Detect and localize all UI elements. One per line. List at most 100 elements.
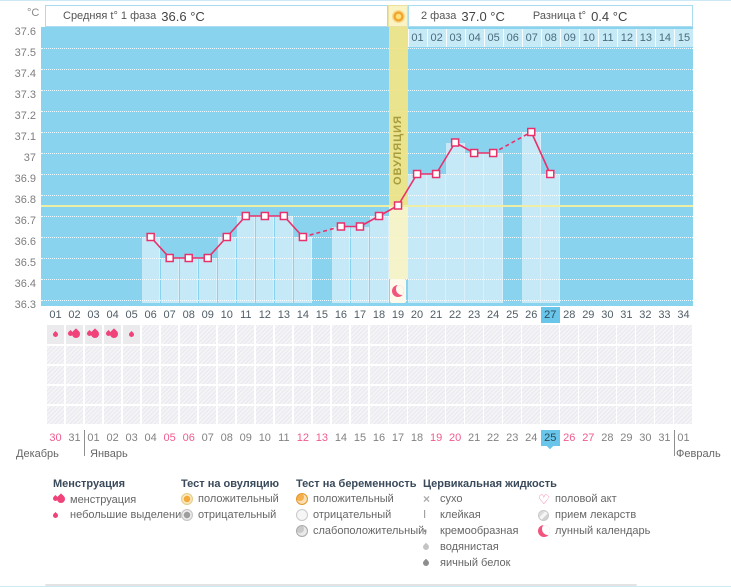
note-cell[interactable] xyxy=(446,366,464,384)
note-cell[interactable] xyxy=(503,386,521,404)
cycle-day-cell[interactable]: 23 xyxy=(465,307,484,323)
note-cell[interactable] xyxy=(141,386,160,404)
note-cell[interactable] xyxy=(484,386,502,404)
cycle-day-cell[interactable]: 03 xyxy=(84,307,103,323)
note-cell[interactable] xyxy=(465,346,483,364)
note-cell[interactable] xyxy=(217,346,236,364)
note-cell[interactable] xyxy=(103,366,122,384)
cycle-day-cell[interactable]: 07 xyxy=(160,307,179,323)
calendar-date-cell[interactable]: 18 xyxy=(408,430,427,446)
cycle-day-cell[interactable]: 20 xyxy=(408,307,427,323)
note-cell[interactable] xyxy=(465,386,483,404)
menstruation-cell[interactable] xyxy=(160,325,179,344)
menstruation-cell[interactable] xyxy=(598,325,616,344)
note-cell[interactable] xyxy=(655,386,673,404)
note-cell[interactable] xyxy=(598,346,616,364)
cycle-day-cell[interactable]: 31 xyxy=(617,307,636,323)
calendar-date-cell[interactable]: 08 xyxy=(217,430,236,446)
note-cell[interactable] xyxy=(389,386,407,404)
note-cell[interactable] xyxy=(484,366,502,384)
calendar-date-cell[interactable]: 06 xyxy=(179,430,198,446)
note-cell[interactable] xyxy=(674,386,692,404)
menstruation-cell[interactable] xyxy=(331,325,350,344)
calendar-date-cell[interactable]: 30 xyxy=(636,430,655,446)
note-cell[interactable] xyxy=(636,406,654,424)
note-cell[interactable] xyxy=(350,366,369,384)
note-cell[interactable] xyxy=(674,366,692,384)
note-cell[interactable] xyxy=(141,406,160,424)
note-cell[interactable] xyxy=(522,366,540,384)
cycle-day-cell[interactable]: 06 xyxy=(141,307,160,323)
calendar-date-cell[interactable]: 03 xyxy=(122,430,141,446)
menstruation-cell[interactable] xyxy=(274,325,293,344)
note-cell[interactable] xyxy=(446,406,464,424)
calendar-date-cell[interactable]: 15 xyxy=(350,430,369,446)
temp-point-day-13[interactable] xyxy=(279,211,289,221)
note-cell[interactable] xyxy=(389,346,407,364)
cycle-day-cell[interactable]: 34 xyxy=(674,307,693,323)
note-cell[interactable] xyxy=(236,406,255,424)
note-cell[interactable] xyxy=(141,366,160,384)
temp-point-day-26[interactable] xyxy=(527,127,536,137)
note-cell[interactable] xyxy=(179,386,198,404)
note-cell[interactable] xyxy=(46,346,65,364)
note-cell[interactable] xyxy=(579,406,597,424)
temp-point-day-11[interactable] xyxy=(241,211,251,221)
note-cell[interactable] xyxy=(370,346,388,364)
note-cell[interactable] xyxy=(331,366,350,384)
note-cell[interactable] xyxy=(617,366,635,384)
note-cell[interactable] xyxy=(598,386,616,404)
menstruation-cell[interactable] xyxy=(217,325,236,344)
note-cell[interactable] xyxy=(598,366,616,384)
note-cell[interactable] xyxy=(236,346,255,364)
menstruation-cell[interactable] xyxy=(255,325,274,344)
calendar-date-cell[interactable]: 09 xyxy=(236,430,255,446)
menstruation-cell[interactable] xyxy=(65,325,84,344)
note-cell[interactable] xyxy=(217,366,236,384)
note-cell[interactable] xyxy=(84,406,103,424)
menstruation-cell[interactable] xyxy=(560,325,578,344)
cycle-day-cell[interactable]: 16 xyxy=(331,307,350,323)
note-cell[interactable] xyxy=(160,366,179,384)
temp-point-day-10[interactable] xyxy=(222,232,232,242)
note-cell[interactable] xyxy=(293,386,312,404)
menstruation-cell[interactable] xyxy=(465,325,483,344)
calendar-date-cell[interactable]: 22 xyxy=(484,430,503,446)
cycle-day-cell[interactable]: 13 xyxy=(274,307,293,323)
temp-point-day-7[interactable] xyxy=(165,253,174,263)
menstruation-cell[interactable] xyxy=(674,325,692,344)
note-cell[interactable] xyxy=(255,346,274,364)
temp-point-day-19[interactable] xyxy=(393,201,403,210)
temp-point-day-12[interactable] xyxy=(260,211,270,221)
note-cell[interactable] xyxy=(293,366,312,384)
note-cell[interactable] xyxy=(46,366,65,384)
calendar-date-cell[interactable]: 13 xyxy=(312,430,331,446)
note-cell[interactable] xyxy=(560,346,578,364)
temp-point-day-23[interactable] xyxy=(469,148,479,158)
calendar-date-cell[interactable]: 24 xyxy=(522,430,541,446)
calendar-date-cell[interactable]: 16 xyxy=(370,430,389,446)
note-cell[interactable] xyxy=(217,386,236,404)
note-cell[interactable] xyxy=(427,366,445,384)
cycle-day-cell[interactable]: 18 xyxy=(370,307,389,323)
temp-point-day-20[interactable] xyxy=(412,169,422,179)
menstruation-cell[interactable] xyxy=(389,325,407,344)
note-cell[interactable] xyxy=(46,386,65,404)
note-cell[interactable] xyxy=(579,386,597,404)
temp-point-day-16[interactable] xyxy=(336,222,346,231)
cycle-day-cell[interactable]: 15 xyxy=(312,307,331,323)
menstruation-cell[interactable] xyxy=(484,325,502,344)
note-cell[interactable] xyxy=(274,346,293,364)
cycle-day-cell[interactable]: 09 xyxy=(198,307,217,323)
note-cell[interactable] xyxy=(484,346,502,364)
calendar-date-cell[interactable]: 04 xyxy=(141,430,160,446)
menstruation-cell[interactable] xyxy=(655,325,673,344)
note-cell[interactable] xyxy=(65,386,84,404)
cycle-day-cell[interactable]: 22 xyxy=(446,307,465,323)
calendar-date-cell[interactable]: 14 xyxy=(331,430,350,446)
cycle-day-cell[interactable]: 14 xyxy=(293,307,312,323)
note-cell[interactable] xyxy=(274,406,293,424)
cycle-day-cell[interactable]: 04 xyxy=(103,307,122,323)
note-cell[interactable] xyxy=(46,406,65,424)
cycle-day-cell[interactable]: 25 xyxy=(503,307,522,323)
